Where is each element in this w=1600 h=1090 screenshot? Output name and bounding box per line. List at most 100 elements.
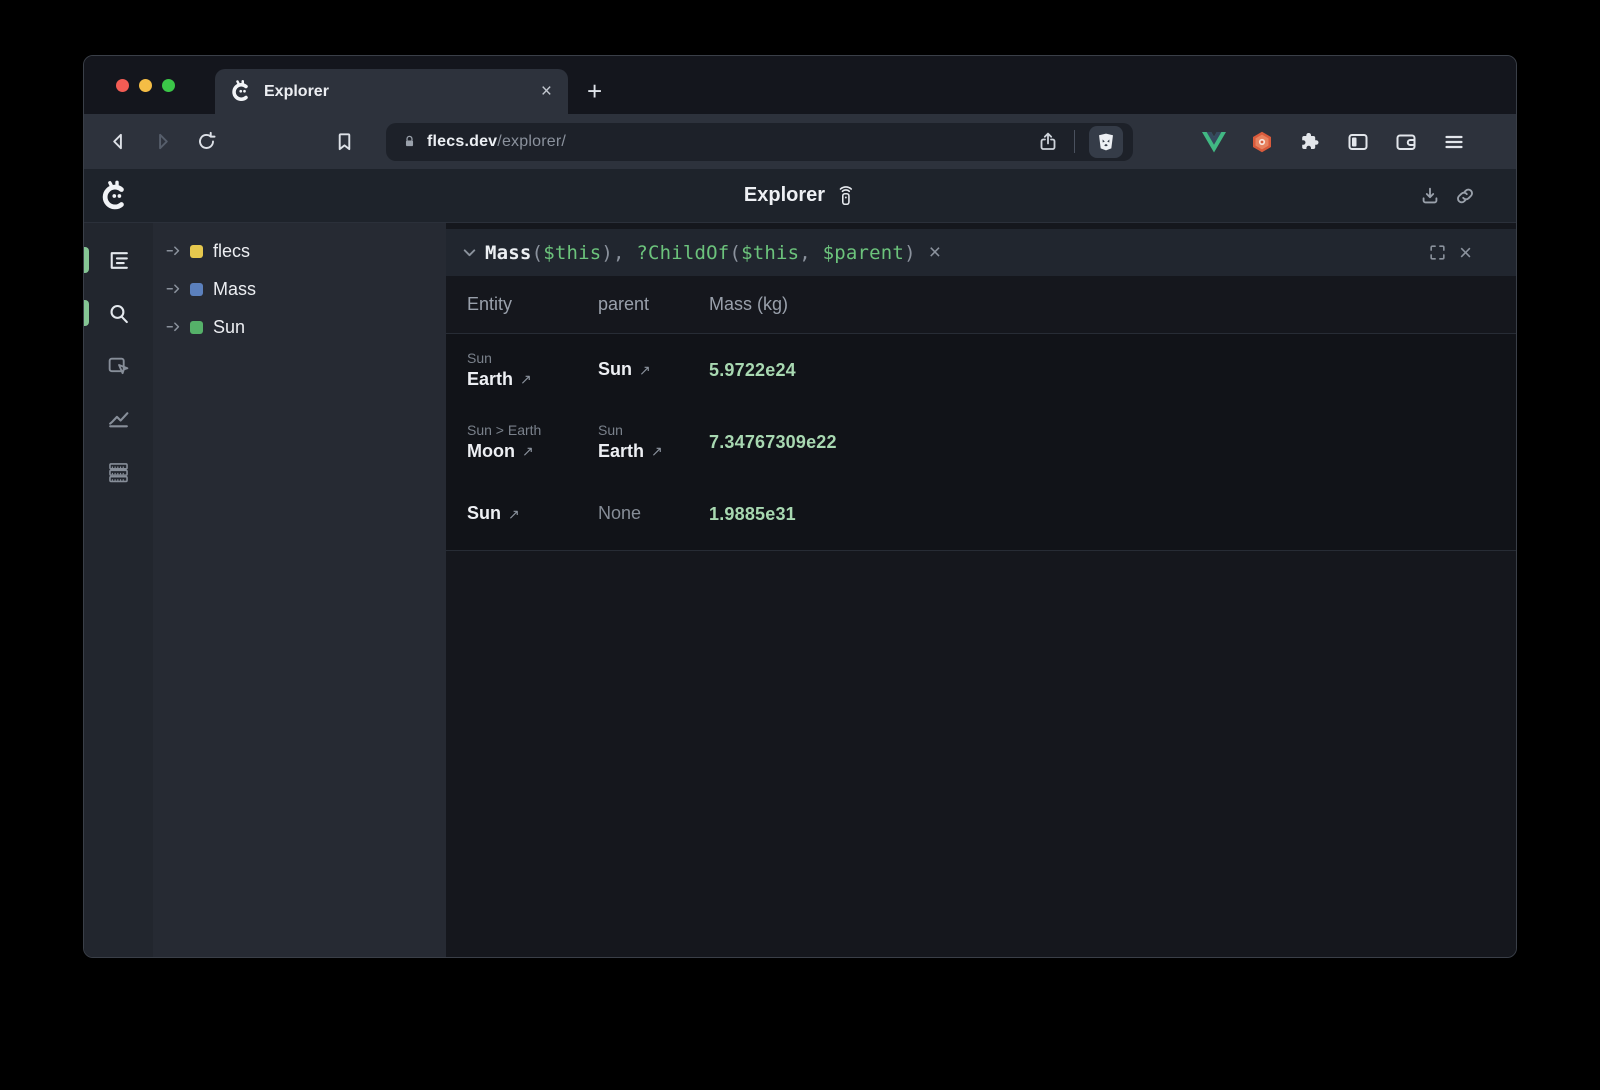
entity-name: Sun: [467, 503, 501, 525]
browser-toolbar: flecs.dev/explorer/: [84, 114, 1516, 169]
table-row[interactable]: Sun > Earth Moon ↗ Sun Earth ↗ 7.34767309e…: [446, 406, 1516, 478]
table-row[interactable]: Sun ↗ None 1.9885e31: [446, 478, 1516, 550]
window-controls: [116, 79, 175, 92]
wallet-icon[interactable]: [1393, 129, 1418, 154]
result-table-rows: Sun Earth ↗ Sun ↗ 5.9722e24 Sun > Earth Mo…: [446, 333, 1516, 551]
external-link-icon[interactable]: ↗: [508, 506, 520, 523]
mass-cell: 5.9722e24: [709, 360, 1516, 381]
tab-title: Explorer: [264, 83, 541, 101]
panel-close-icon[interactable]: ×: [1459, 242, 1472, 264]
result-table-header: Entity parent Mass (kg): [446, 276, 1516, 333]
entity-tree-list: flecs Mass Sun: [153, 232, 446, 346]
browser-tab-explorer[interactable]: Explorer ×: [215, 69, 568, 114]
expand-arrow-icon[interactable]: [166, 321, 182, 334]
external-link-icon[interactable]: ↗: [522, 443, 534, 460]
new-tab-button[interactable]: +: [587, 78, 602, 104]
query-bar: Mass($this), ?ChildOf($this, $parent) × …: [446, 229, 1516, 276]
query-token: ): [904, 242, 916, 264]
external-link-icon[interactable]: ↗: [520, 371, 532, 388]
minimize-window-button[interactable]: [139, 79, 152, 92]
mass-value: 5.9722e24: [709, 360, 1516, 381]
query-clear-icon[interactable]: ×: [929, 242, 941, 263]
entity-color-square: [190, 321, 203, 334]
parent-cell[interactable]: None: [598, 503, 709, 525]
parent-name: Earth: [598, 441, 644, 463]
query-expression[interactable]: Mass($this), ?ChildOf($this, $parent): [485, 242, 916, 264]
entity-name: Moon: [467, 441, 515, 463]
parent-cell[interactable]: Sun ↗: [598, 359, 709, 381]
app-header: Explorer: [84, 169, 1516, 223]
external-link-icon[interactable]: ↗: [639, 362, 651, 379]
page-title-block: Explorer: [744, 184, 856, 207]
query-token: $parent: [823, 242, 904, 264]
column-header-parent[interactable]: parent: [598, 294, 709, 315]
expand-arrow-icon[interactable]: [166, 245, 182, 258]
column-header-mass[interactable]: Mass (kg): [709, 294, 1516, 315]
address-bar[interactable]: flecs.dev/explorer/: [386, 123, 1133, 161]
tree-item[interactable]: flecs: [153, 232, 446, 270]
share-icon[interactable]: [1036, 130, 1060, 154]
brave-shield-icon[interactable]: [1089, 126, 1123, 158]
tree-item-label: Mass: [213, 279, 256, 300]
column-header-entity[interactable]: Entity: [467, 294, 598, 315]
external-link-icon[interactable]: ↗: [651, 443, 663, 460]
statistics-icon[interactable]: [84, 397, 153, 441]
url-domain: flecs.dev: [427, 133, 497, 150]
bookmark-icon[interactable]: [328, 126, 360, 158]
link-icon[interactable]: [1454, 185, 1476, 207]
memory-icon[interactable]: [84, 450, 153, 494]
parent-cell[interactable]: Sun Earth ↗: [598, 422, 709, 463]
query-token: (: [532, 242, 544, 264]
parent-name: None: [598, 503, 641, 525]
entity-cell[interactable]: Sun > Earth Moon ↗: [467, 422, 598, 463]
lock-icon: [401, 133, 418, 150]
close-window-button[interactable]: [116, 79, 129, 92]
url-text: flecs.dev/explorer/: [427, 133, 566, 151]
remote-connection-icon[interactable]: [835, 185, 856, 206]
entity-tree-panel: flecs Mass Sun: [153, 223, 446, 957]
toolbar-divider: [1074, 130, 1075, 153]
parent-path: Sun: [598, 422, 709, 438]
table-row[interactable]: Sun Earth ↗ Sun ↗ 5.9722e24: [446, 334, 1516, 406]
menu-icon[interactable]: [1441, 129, 1466, 154]
mass-value: 1.9885e31: [709, 504, 1516, 525]
hexagon-extension-icon[interactable]: [1249, 129, 1274, 154]
extensions-puzzle-icon[interactable]: [1297, 129, 1322, 154]
sidebar-toggle-icon[interactable]: [1345, 129, 1370, 154]
tree-item-label: Sun: [213, 317, 245, 338]
mass-value: 7.34767309e22: [709, 432, 1516, 453]
flecs-logo-icon[interactable]: [101, 180, 131, 212]
search-icon[interactable]: [84, 291, 153, 335]
fullscreen-icon[interactable]: [1428, 243, 1447, 262]
parent-name: Sun: [598, 359, 632, 381]
entity-cell[interactable]: Sun Earth ↗: [467, 350, 598, 391]
mass-cell: 1.9885e31: [709, 504, 1516, 525]
entity-path: Sun > Earth: [467, 422, 598, 438]
extensions-cluster: [1201, 129, 1466, 154]
tree-item[interactable]: Mass: [153, 270, 446, 308]
entity-path: Sun: [467, 350, 598, 366]
tree-item[interactable]: Sun: [153, 308, 446, 346]
tree-view-icon[interactable]: [84, 238, 153, 282]
header-actions: [1419, 185, 1476, 207]
query-token: $this: [741, 242, 799, 264]
mass-cell: 7.34767309e22: [709, 432, 1516, 453]
forward-icon[interactable]: [146, 126, 178, 158]
entity-color-square: [190, 283, 203, 296]
reload-icon[interactable]: [190, 126, 222, 158]
query-token: (: [729, 242, 741, 264]
screenshot-stage: Explorer × + flecs.dev/exp: [0, 0, 1600, 1090]
query-panel: Mass($this), ?ChildOf($this, $parent) × …: [446, 223, 1516, 957]
back-icon[interactable]: [102, 126, 134, 158]
entity-cell[interactable]: Sun ↗: [467, 503, 598, 525]
zoom-window-button[interactable]: [162, 79, 175, 92]
query-token: ): [601, 242, 613, 264]
download-icon[interactable]: [1419, 185, 1441, 207]
expand-arrow-icon[interactable]: [166, 283, 182, 296]
entity-name: Earth: [467, 369, 513, 391]
vue-devtools-icon[interactable]: [1201, 129, 1226, 154]
query-token: ,: [613, 242, 636, 264]
tab-close-icon[interactable]: ×: [541, 82, 552, 101]
chevron-down-icon[interactable]: [461, 244, 478, 261]
inspector-icon[interactable]: [84, 344, 153, 388]
